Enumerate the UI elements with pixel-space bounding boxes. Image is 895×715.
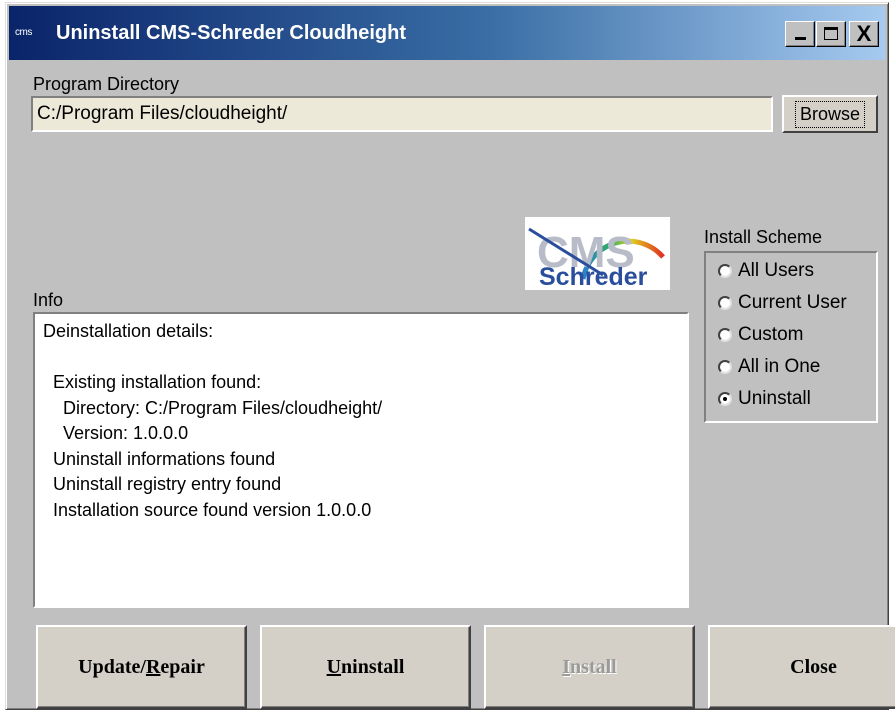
button-label: Close xyxy=(790,655,837,678)
logo-text: Schreder xyxy=(539,263,648,290)
title-bar[interactable]: cms Uninstall CMS-Schreder Cloudheight X xyxy=(9,6,885,60)
radio-label: Current User xyxy=(738,292,847,313)
info-line: Version: 1.0.0.0 xyxy=(43,423,189,443)
radio-button[interactable] xyxy=(718,296,732,310)
mnemonic-letter: I xyxy=(562,655,571,678)
info-line: Installation source found version 1.0.0.… xyxy=(43,499,372,520)
info-line: Uninstall informations found xyxy=(43,448,276,469)
mnemonic-letter: R xyxy=(145,655,161,678)
program-directory-label: Program Directory xyxy=(33,74,180,94)
radio-button[interactable] xyxy=(718,264,732,278)
radio-label: Uninstall xyxy=(738,388,811,409)
info-textarea[interactable]: Deinstallation details: Existing install… xyxy=(33,312,689,608)
uninstall-window: cms Uninstall CMS-Schreder Cloudheight X… xyxy=(5,2,895,710)
program-directory-input[interactable] xyxy=(31,96,773,132)
close-window-button[interactable]: X xyxy=(849,21,879,47)
uninstall-button[interactable]: Uninstall xyxy=(260,625,471,709)
radio-button[interactable] xyxy=(718,328,732,342)
info-line: Uninstall registry entry found xyxy=(43,474,282,494)
radio-button-selected[interactable] xyxy=(718,392,732,406)
browse-button-label: Browse xyxy=(794,100,866,128)
button-label: ninstall xyxy=(341,655,405,678)
maximize-button[interactable] xyxy=(816,21,846,47)
minimize-icon xyxy=(795,37,806,40)
info-label: Info xyxy=(33,290,64,310)
install-scheme-group: All Users Current User Custom All in One… xyxy=(704,251,878,423)
button-label: Update/ xyxy=(78,655,146,678)
install-button: Install xyxy=(484,625,695,709)
minimize-button[interactable] xyxy=(785,21,815,47)
browse-button[interactable]: Browse xyxy=(782,95,878,133)
mnemonic-letter: U xyxy=(326,655,342,678)
close-button[interactable]: Close xyxy=(708,625,895,709)
app-icon: cms xyxy=(15,27,32,38)
radio-label: All in One xyxy=(738,356,821,377)
install-scheme-label: Install Scheme xyxy=(704,227,823,247)
maximize-icon xyxy=(824,27,838,40)
close-icon: X xyxy=(856,21,872,46)
window-title: Uninstall CMS-Schreder Cloudheight xyxy=(56,22,407,44)
info-line: Existing installation found: xyxy=(43,372,262,392)
info-line xyxy=(43,345,679,371)
button-label: nstall xyxy=(570,655,617,678)
radio-label: All Users xyxy=(738,260,815,281)
info-line: Directory: C:/Program Files/cloudheight/ xyxy=(43,397,383,418)
info-line: Deinstallation details: xyxy=(43,321,214,341)
schreder-logo: CMS Schreder xyxy=(525,217,670,290)
radio-label: Custom xyxy=(738,324,804,345)
radio-button[interactable] xyxy=(718,360,732,374)
button-label: epair xyxy=(160,655,205,678)
update-repair-button[interactable]: Update/Repair xyxy=(36,625,247,709)
